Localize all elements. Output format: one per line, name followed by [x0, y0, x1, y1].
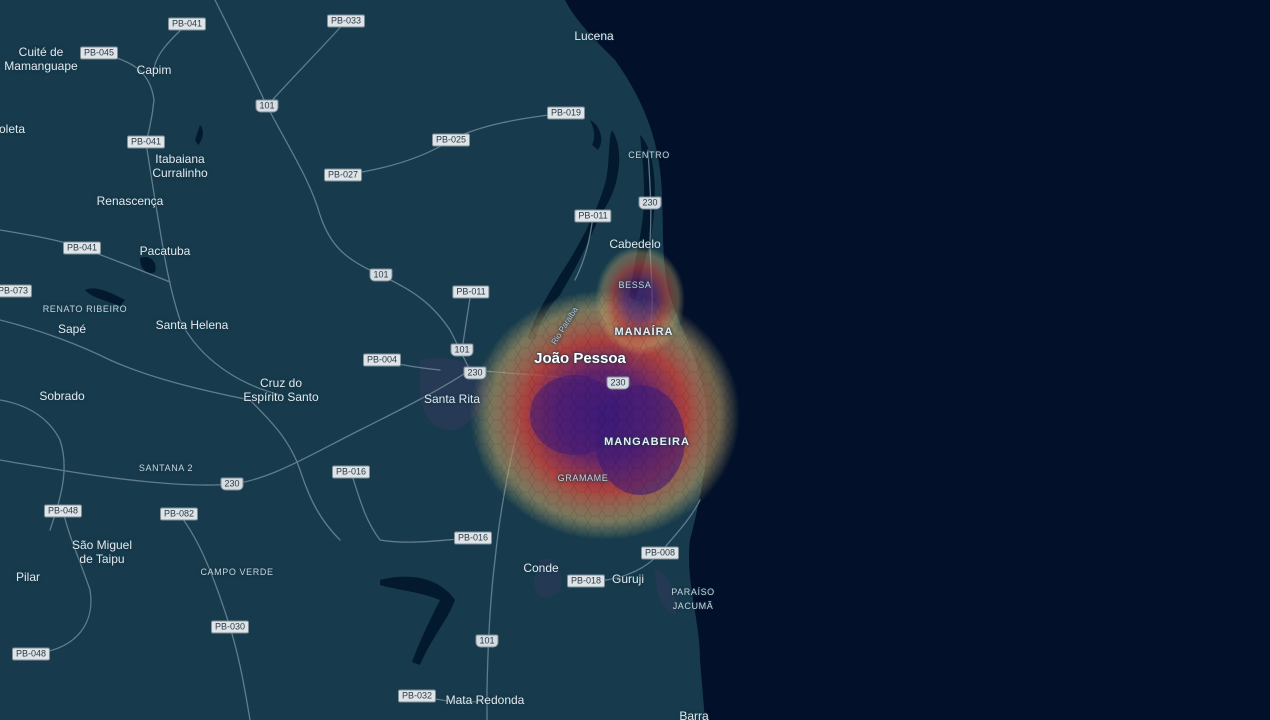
road-shield-s27: 101 — [475, 634, 499, 648]
place-label-cuite[interactable]: Cuité de Mamanguape — [4, 45, 77, 73]
road-shield-s2: PB-033 — [326, 14, 366, 28]
place-label-joaopessoa[interactable]: João Pessoa — [534, 351, 626, 366]
place-label-itabaiana[interactable]: Itabaiana Curralinho — [152, 152, 207, 180]
road-shield-s8: PB-027 — [323, 168, 363, 182]
place-label-manaira[interactable]: MANAÍRA — [615, 325, 674, 339]
road-shield-s9: 230 — [638, 196, 662, 210]
road-shield-s10: PB-011 — [574, 209, 612, 223]
road-shield-s22: PB-082 — [159, 507, 199, 521]
road-shield-s6: PB-041 — [126, 135, 166, 149]
place-label-lucena[interactable]: Lucena — [574, 29, 613, 43]
place-label-capim[interactable]: Capim — [137, 63, 172, 77]
road-shield-s7: PB-025 — [431, 133, 471, 147]
place-label-campoverde[interactable]: CAMPO VERDE — [200, 565, 273, 579]
road-shield-s20: 230 — [220, 477, 244, 491]
place-label-sobrado[interactable]: Sobrado — [39, 389, 84, 403]
place-label-bessa[interactable]: BESSA — [618, 278, 651, 292]
place-label-gramame[interactable]: GRAMAME — [558, 471, 609, 485]
road-shield-s19: PB-016 — [331, 465, 371, 479]
road-shield-s23: PB-016 — [453, 531, 493, 545]
place-label-paraiso[interactable]: PARAÍSO JACUMÃ — [671, 585, 715, 613]
road-shield-s21: PB-048 — [43, 504, 83, 518]
road-shield-s3: PB-045 — [79, 46, 119, 60]
road-shield-s16: PB-004 — [362, 353, 402, 367]
place-label-barra[interactable]: Barra — [679, 709, 708, 720]
place-label-pilar[interactable]: Pilar — [16, 570, 40, 584]
road-shield-s12: 101 — [369, 268, 393, 282]
place-label-renato[interactable]: RENATO RIBEIRO — [43, 302, 128, 316]
place-label-santana2[interactable]: SANTANA 2 — [139, 461, 193, 475]
road-shield-s17: 230 — [463, 366, 487, 380]
road-shield-s5: PB-019 — [546, 106, 586, 120]
place-label-sape[interactable]: Sapé — [58, 322, 86, 336]
road-shield-s24: PB-008 — [640, 546, 680, 560]
place-label-santarita[interactable]: Santa Rita — [424, 392, 480, 406]
place-label-saomiguel[interactable]: São Miguel de Taipu — [72, 538, 132, 566]
place-label-cruz[interactable]: Cruz do Espírito Santo — [243, 376, 318, 404]
place-label-renascenca[interactable]: Renascença — [97, 194, 164, 208]
road-shield-s29: PB-032 — [397, 689, 437, 703]
place-label-mangabeira[interactable]: MANGABEIRA — [604, 435, 690, 449]
road-shield-s25: PB-018 — [566, 574, 606, 588]
place-label-guruji[interactable]: Guruji — [612, 572, 644, 586]
road-shield-s14: PB-073 — [0, 284, 33, 298]
map-base-layer — [0, 0, 740, 720]
place-label-cabedelo[interactable]: Cabedelo — [609, 237, 660, 251]
road-shield-s28: PB-048 — [11, 647, 51, 661]
place-label-mataredonda[interactable]: Mata Redonda — [446, 693, 525, 707]
place-label-centro[interactable]: CENTRO — [628, 148, 670, 162]
road-shield-s26: PB-030 — [210, 620, 250, 634]
road-shield-s18: 230 — [606, 376, 630, 390]
road-shield-s15: 101 — [450, 343, 474, 357]
place-label-santahelena[interactable]: Santa Helena — [156, 318, 229, 332]
place-label-pacatuba[interactable]: Pacatuba — [140, 244, 191, 258]
road-shield-s4: 101 — [255, 99, 279, 113]
place-label-baleta[interactable]: oleta — [0, 122, 25, 136]
road-shield-s11: PB-041 — [62, 241, 102, 255]
place-label-conde[interactable]: Conde — [523, 561, 558, 575]
road-shield-s1: PB-041 — [167, 17, 207, 31]
map-view[interactable]: Lucena Cuité de Mamanguape Capim oleta CENTRO… — [0, 0, 1270, 720]
road-shield-s13: PB-011 — [452, 285, 490, 299]
